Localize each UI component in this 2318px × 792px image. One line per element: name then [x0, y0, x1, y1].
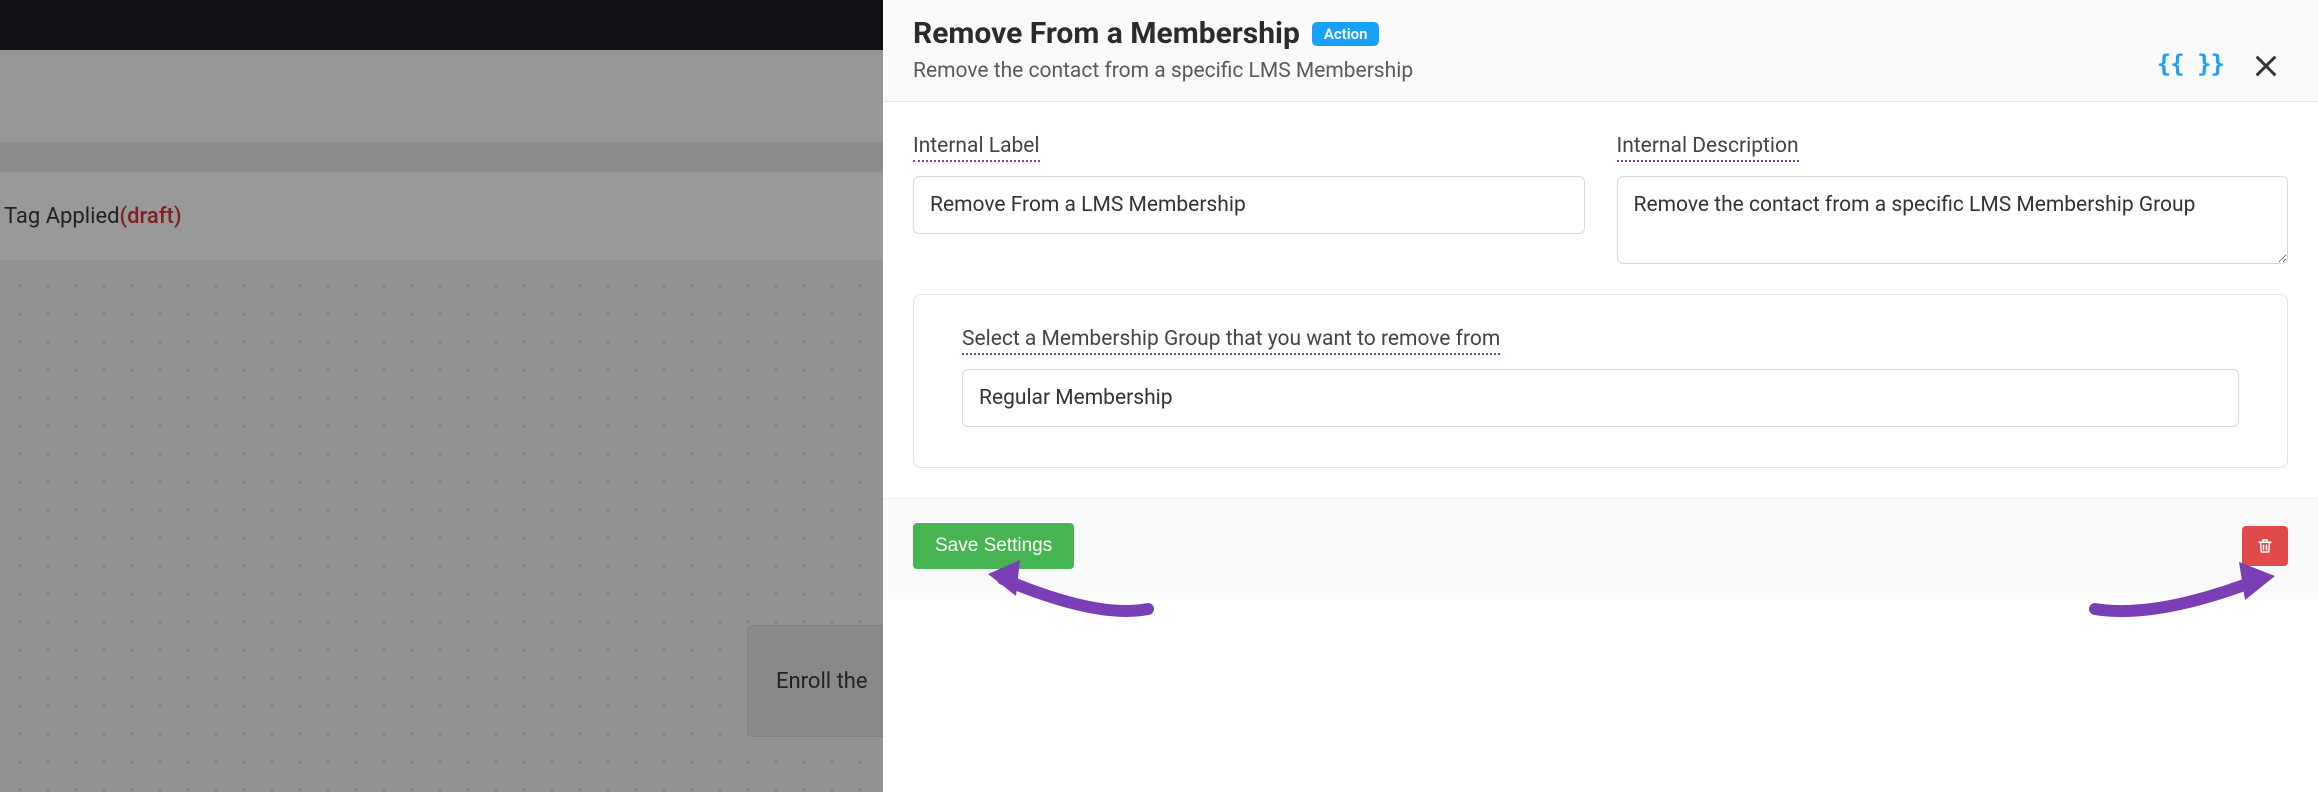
internal-label-caption: Internal Label: [913, 134, 1040, 162]
field-row: Internal Label Internal Description: [913, 134, 2288, 264]
save-button[interactable]: Save Settings: [913, 523, 1074, 569]
panel-subtitle: Remove the contact from a specific LMS M…: [913, 59, 2288, 83]
membership-group-label: Select a Membership Group that you want …: [962, 327, 1500, 355]
close-icon: [2252, 52, 2280, 80]
delete-button[interactable]: [2242, 526, 2288, 566]
panel-title: Remove From a Membership: [913, 16, 1300, 51]
internal-label-field: Internal Label: [913, 134, 1585, 264]
panel-header: Remove From a Membership Action Remove t…: [883, 0, 2318, 102]
membership-group-select[interactable]: Regular Membership: [962, 369, 2239, 427]
internal-description-field: Internal Description: [1617, 134, 2289, 264]
panel-title-row: Remove From a Membership Action: [913, 16, 2288, 51]
membership-group-selected: Regular Membership: [979, 386, 1173, 410]
trash-icon: [2256, 536, 2274, 556]
internal-label-input[interactable]: [913, 176, 1585, 234]
settings-panel: Remove From a Membership Action Remove t…: [883, 0, 2318, 792]
panel-footer: Save Settings: [883, 498, 2318, 599]
template-braces-button[interactable]: {{ }}: [2157, 50, 2224, 78]
internal-description-caption: Internal Description: [1617, 134, 1799, 162]
action-badge: Action: [1312, 22, 1380, 46]
membership-group-box: Select a Membership Group that you want …: [913, 294, 2288, 468]
internal-description-textarea[interactable]: [1617, 176, 2289, 264]
close-button[interactable]: [2252, 52, 2280, 80]
panel-body: Internal Label Internal Description Sele…: [883, 102, 2318, 478]
